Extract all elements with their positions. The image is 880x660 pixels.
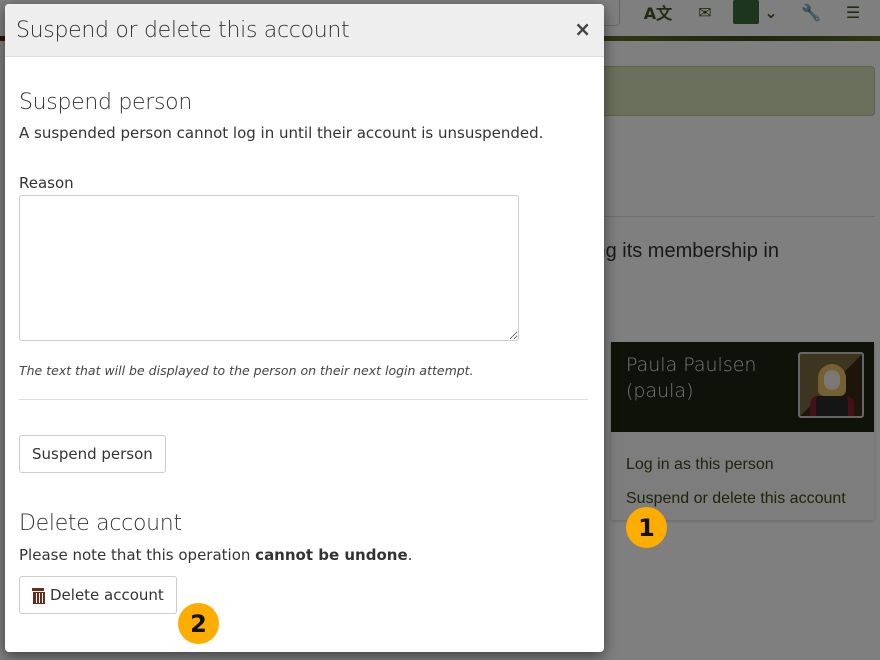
callout-badge-1: 1 (626, 507, 667, 548)
callout-badge-2: 2 (178, 603, 219, 644)
suspend-person-button[interactable]: Suspend person (19, 435, 166, 473)
suspend-delete-dialog: Suspend or delete this account × Suspend… (5, 4, 604, 652)
dialog-header: Suspend or delete this account × (5, 4, 604, 57)
reason-hint: The text that will be displayed to the p… (19, 363, 474, 378)
reason-label: Reason (19, 174, 74, 192)
suspend-person-label: Suspend person (32, 445, 153, 463)
delete-heading: Delete account (19, 511, 182, 536)
delete-account-button[interactable]: Delete account (19, 576, 177, 614)
delete-account-label: Delete account (50, 586, 164, 604)
dialog-title: Suspend or delete this account (16, 17, 350, 43)
reason-textarea[interactable] (19, 195, 519, 341)
section-divider (19, 399, 588, 400)
trash-icon (32, 588, 45, 604)
suspend-description: A suspended person cannot log in until t… (19, 124, 544, 142)
suspend-heading: Suspend person (19, 90, 192, 115)
delete-note: Please note that this operation cannot b… (19, 546, 413, 564)
close-icon[interactable]: × (574, 18, 591, 40)
